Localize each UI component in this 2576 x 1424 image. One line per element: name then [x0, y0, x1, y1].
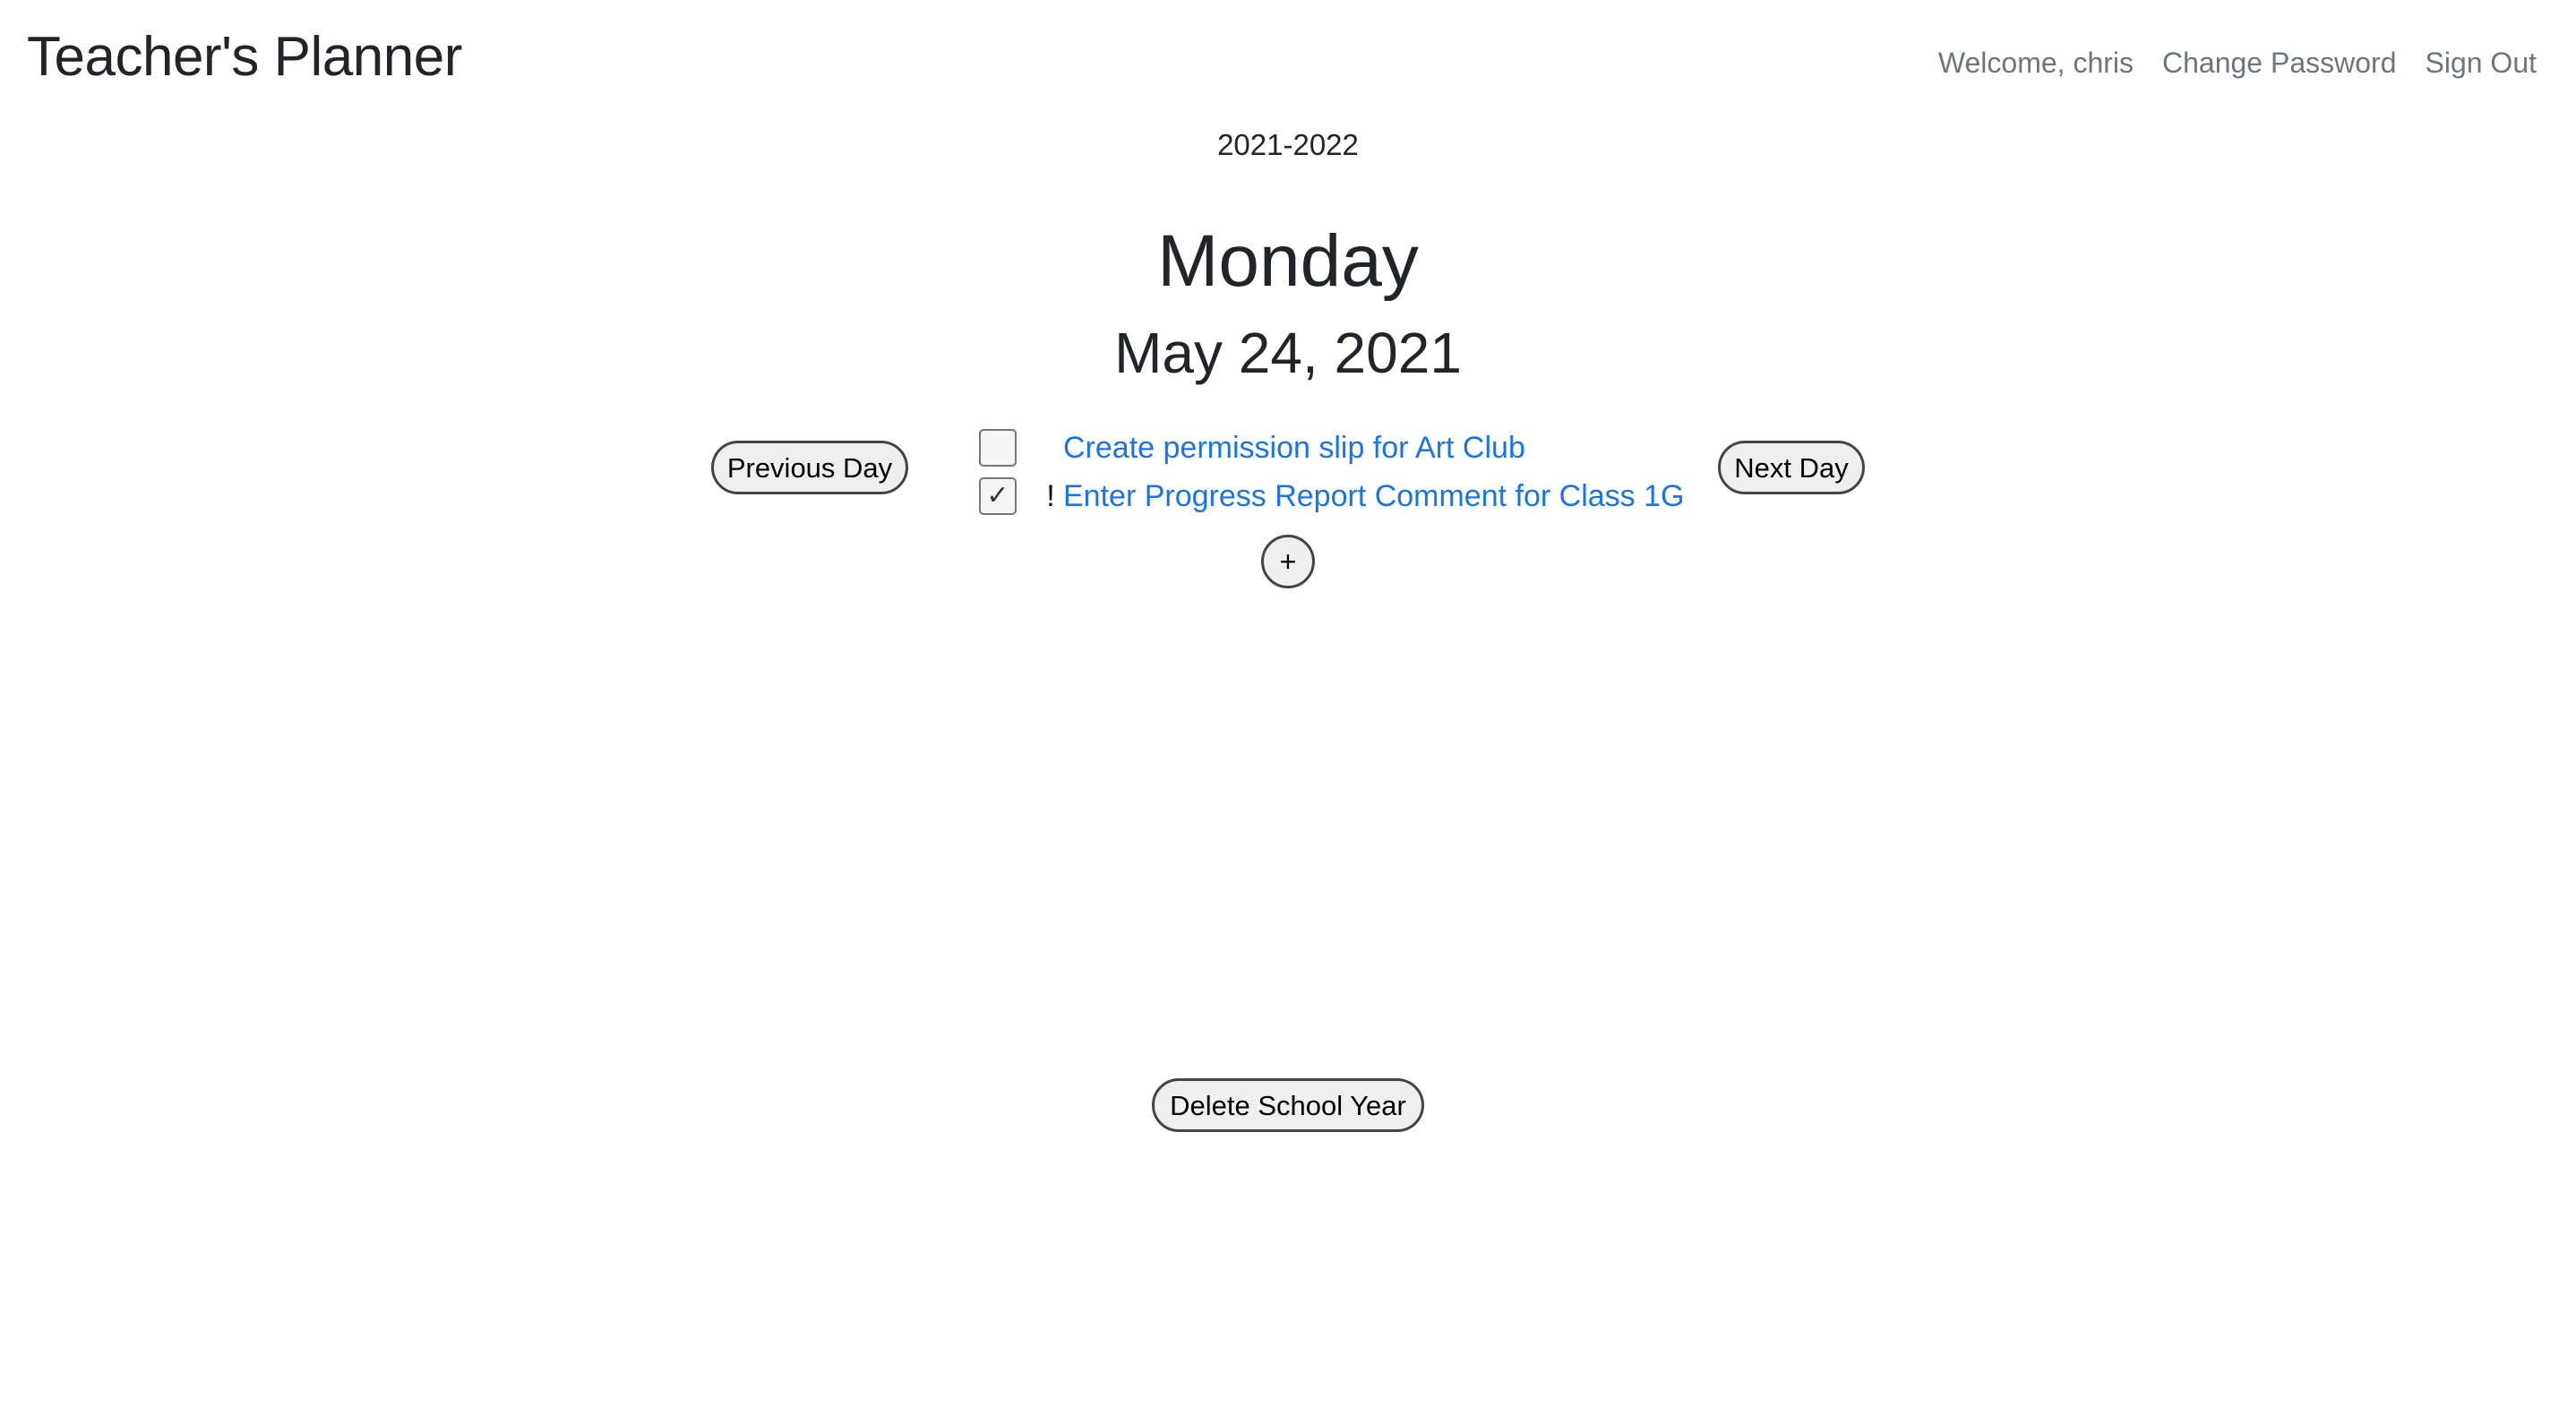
task-checkbox[interactable] — [979, 429, 1017, 467]
task-item: ✓ ! Enter Progress Report Comment for Cl… — [979, 472, 1684, 520]
task-item: Create permission slip for Art Club — [979, 424, 1525, 472]
next-day-button[interactable]: Next Day — [1718, 441, 1865, 494]
planner-page: Teacher's Planner Welcome, chris Change … — [0, 0, 2576, 1424]
brand-title[interactable]: Teacher's Planner — [27, 23, 462, 91]
task-checkbox[interactable]: ✓ — [979, 477, 1017, 515]
top-nav: Welcome, chris Change Password Sign Out — [1938, 41, 2537, 84]
change-password-link[interactable]: Change Password — [2162, 41, 2396, 84]
task-priority-marker: ! — [1046, 478, 1055, 513]
task-link[interactable]: Create permission slip for Art Club — [1063, 431, 1525, 466]
task-link[interactable]: Enter Progress Report Comment for Class … — [1063, 479, 1684, 514]
sign-out-link[interactable]: Sign Out — [2425, 41, 2537, 84]
add-task-button[interactable]: + — [1261, 535, 1315, 588]
welcome-link[interactable]: Welcome, chris — [1938, 41, 2134, 84]
weekday-heading: Monday — [1157, 220, 1419, 302]
date-heading: May 24, 2021 — [1114, 321, 1462, 385]
delete-school-year-button[interactable]: Delete School Year — [1152, 1078, 1424, 1132]
school-year-label: 2021-2022 — [1217, 128, 1359, 161]
previous-day-button[interactable]: Previous Day — [711, 441, 908, 494]
